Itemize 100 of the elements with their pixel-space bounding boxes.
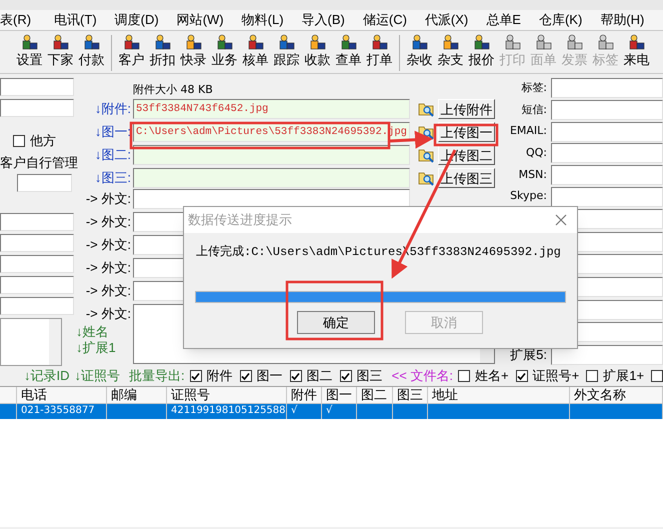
column-header[interactable]: 附件 [287, 387, 322, 403]
checkbox[interactable] [340, 370, 352, 382]
checkbox[interactable] [586, 370, 598, 382]
file-path-field[interactable] [133, 144, 410, 164]
menu-item[interactable]: 调度(D) [106, 10, 168, 30]
blocks-icon [278, 33, 296, 51]
input-field[interactable] [0, 255, 74, 274]
input-field[interactable] [551, 344, 663, 365]
field-link[interactable]: ↓姓名 [76, 324, 133, 340]
highlight-box [434, 124, 498, 146]
toolbar-button[interactable]: 打单 [364, 33, 395, 73]
column-header[interactable]: 外文名称 [570, 387, 663, 403]
checkbox[interactable] [190, 370, 202, 382]
toolbar-button[interactable]: 来电 [621, 33, 652, 73]
checkbox-label: 附件 [206, 367, 233, 386]
toolbar-button[interactable]: 业务 [209, 33, 240, 73]
input-field[interactable] [0, 234, 74, 252]
toolbar-button[interactable]: 付款 [76, 33, 107, 73]
input-field[interactable] [551, 100, 663, 120]
column-header[interactable]: 图二 [357, 387, 393, 403]
blocks-icon [370, 33, 388, 51]
toolbar-button[interactable]: 收款 [302, 33, 333, 73]
blocks-icon [82, 33, 100, 51]
toolbar-button[interactable]: 设置 [14, 33, 45, 73]
column-header[interactable]: 电话 [17, 387, 107, 403]
field-label: -> 外文: [84, 259, 132, 277]
blocks-icon [566, 33, 584, 51]
input-field[interactable] [0, 296, 74, 315]
menu-item[interactable]: 储运(C) [354, 10, 416, 30]
scrollbar[interactable] [49, 318, 61, 365]
column-header[interactable]: 地址 [428, 387, 570, 403]
upload-button[interactable]: 上传图一 [438, 122, 495, 142]
input-field[interactable] [551, 143, 663, 164]
input-field[interactable] [0, 213, 74, 232]
checkbox[interactable] [651, 370, 663, 382]
folder-search-icon[interactable] [418, 100, 435, 116]
menu-item[interactable]: 帮助(H) [591, 10, 654, 30]
table-cell: 421199198105125588 [167, 404, 287, 419]
toolbar-button[interactable]: 杂支 [435, 33, 466, 73]
field-label: QQ: [524, 144, 548, 161]
checkbox-label: 姓名+ [475, 367, 509, 386]
toolbar-button[interactable]: 核单 [240, 33, 271, 73]
menu-item[interactable]: 总单E [477, 10, 530, 30]
field-label: -> 外文: [84, 213, 132, 231]
input-field[interactable] [17, 174, 72, 192]
dialog-button[interactable]: 确定 [297, 311, 375, 334]
checkbox[interactable] [240, 370, 252, 382]
blocks-icon [154, 33, 172, 51]
column-header[interactable]: 图三 [393, 387, 428, 403]
file-path-field[interactable]: 53ff3384N743f6452.jpg [133, 98, 410, 118]
attachment-size-text: 附件大小 48 KB [132, 82, 214, 97]
menu-item[interactable]: 电讯(T) [45, 10, 106, 30]
note-text: 客户自行管理 [0, 154, 76, 172]
toolbar-button[interactable]: 下家 [45, 33, 76, 73]
input-field[interactable] [551, 122, 663, 142]
folder-search-icon[interactable] [418, 170, 435, 186]
input-field[interactable] [0, 98, 74, 117]
upload-button[interactable]: 上传附件 [438, 98, 495, 118]
toolbar-button[interactable]: 报价 [466, 33, 497, 73]
checkbox[interactable] [458, 370, 470, 382]
column-header[interactable]: 邮编 [107, 387, 167, 403]
sort-link[interactable]: ↓记录ID [24, 366, 70, 386]
menu-item[interactable]: 仓库(K) [530, 10, 592, 30]
checkbox[interactable] [516, 370, 528, 382]
input-field[interactable] [0, 276, 74, 294]
checkbox[interactable] [290, 370, 302, 382]
toolbar-button[interactable]: 查单 [333, 33, 364, 73]
close-icon[interactable] [555, 214, 567, 226]
sort-link[interactable]: ↓证照号 [74, 366, 120, 386]
field-label: -> 外文: [84, 190, 132, 208]
field-label: ↓图二: [94, 146, 132, 164]
checkbox-label: 图三 [356, 367, 383, 386]
menu-item[interactable]: 代派(X) [416, 10, 478, 30]
toolbar-button[interactable]: 快录 [178, 33, 209, 73]
checkbox[interactable] [13, 134, 25, 147]
menu-item[interactable]: 表(R) [0, 10, 46, 30]
blocks-icon [20, 33, 38, 51]
dialog-title: 数据传送进度提示 [188, 211, 292, 230]
column-header[interactable]: 证照号 [167, 387, 287, 403]
menu-item[interactable]: 网站(W) [168, 10, 233, 30]
toolbar-button[interactable]: 杂收 [404, 33, 435, 73]
file-path-field[interactable] [133, 168, 410, 188]
table-row[interactable]: 021-33558877 421199198105125588 √ √ [0, 404, 663, 419]
field-label: ↓附件: [94, 100, 132, 118]
folder-search-icon[interactable] [418, 146, 435, 162]
text-area[interactable] [0, 318, 62, 366]
menu-item[interactable]: 物料(L) [232, 10, 293, 30]
menu-item[interactable]: 导入(B) [292, 10, 354, 30]
checkbox-label: 扩展1+ [603, 367, 644, 386]
input-field[interactable] [551, 164, 663, 185]
field-link[interactable]: ↓扩展1 [76, 340, 133, 356]
toolbar-button[interactable]: 折扣 [147, 33, 178, 73]
toolbar-button[interactable]: 客户 [116, 33, 147, 73]
table-cell: √ [322, 404, 357, 419]
column-header[interactable]: 图一 [322, 387, 357, 403]
toolbar-button[interactable]: 跟踪 [271, 33, 302, 73]
input-field[interactable] [0, 78, 74, 96]
input-field[interactable] [551, 78, 663, 98]
input-field[interactable] [551, 186, 663, 207]
blocks-icon [596, 33, 614, 51]
